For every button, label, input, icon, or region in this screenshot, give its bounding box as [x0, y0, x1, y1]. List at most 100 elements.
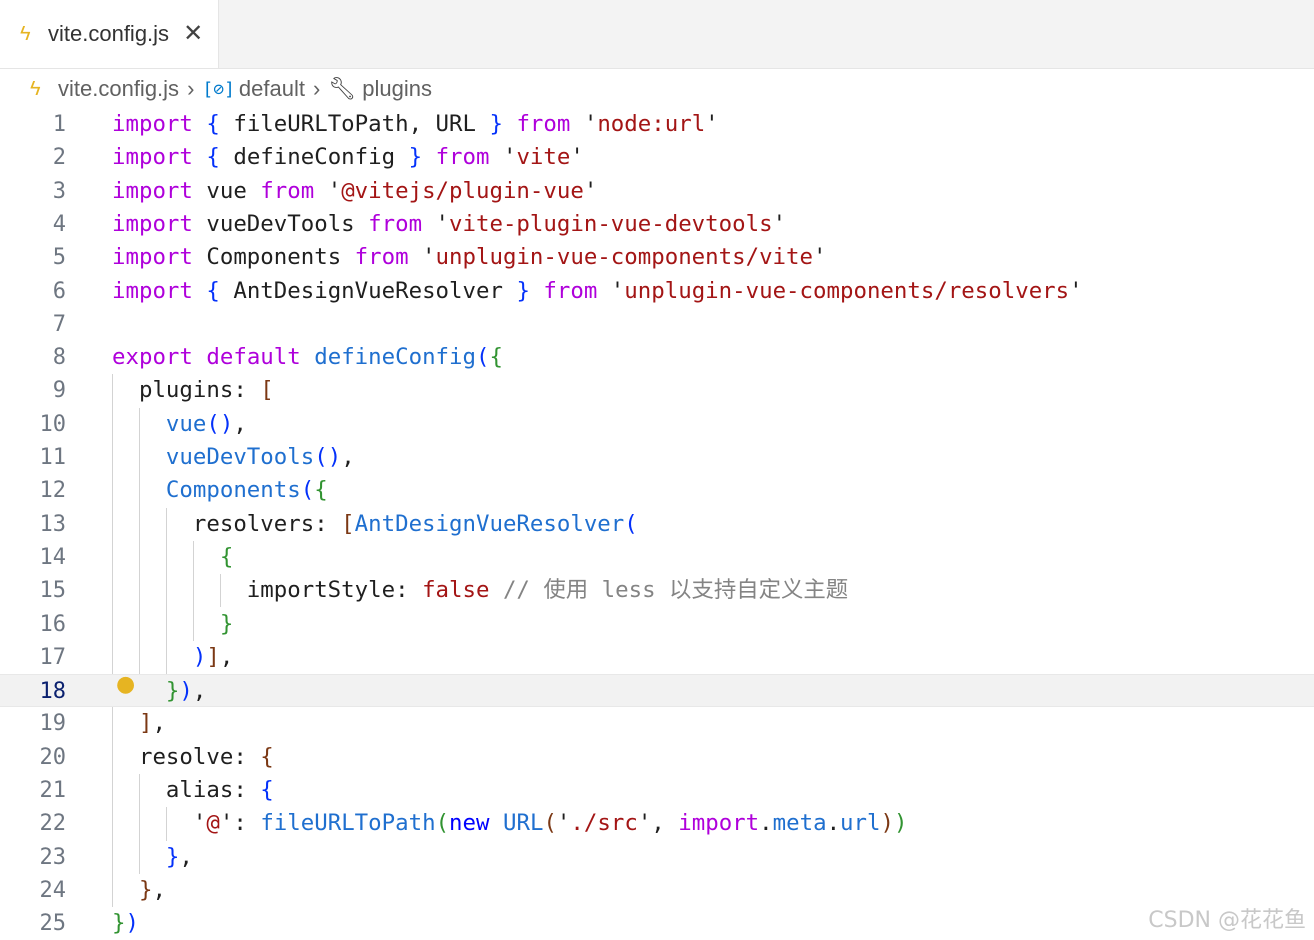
code-token: // 使用 less 以支持自定义主题	[502, 577, 849, 604]
code-token: defineConfig	[219, 144, 409, 171]
code-line[interactable]: 2 import { defineConfig } from 'vite'	[0, 141, 1314, 174]
code-token: ,	[341, 444, 355, 470]
code-token: vue	[192, 177, 261, 204]
code-line[interactable]: 4 import vueDevTools from 'vite-plugin-vu…	[0, 208, 1314, 241]
code-token: ]	[138, 710, 153, 737]
code-token: Components	[165, 477, 301, 504]
breadcrumb-file[interactable]: vite.config.js	[58, 76, 179, 102]
breadcrumb-member[interactable]: plugins	[362, 76, 432, 102]
code-line[interactable]: 5 import Components from 'unplugin-vue-co…	[0, 241, 1314, 274]
code-line[interactable]: 11 vueDevTools(),	[0, 441, 1314, 474]
code-token: [	[341, 510, 355, 537]
breadcrumb-symbol[interactable]: default	[239, 76, 305, 102]
code-token: }	[112, 910, 126, 937]
chevron-right-icon: ›	[187, 76, 195, 101]
line-number: 2	[52, 145, 66, 171]
code-text: import { defineConfig } from 'vite'	[112, 141, 584, 174]
bolt-icon: ϟ	[30, 77, 41, 100]
code-token: from	[354, 244, 409, 271]
lightbulb-icon[interactable]: ●	[116, 672, 136, 702]
code-line[interactable]: 17 )],	[0, 641, 1314, 674]
code-token: )	[880, 810, 894, 837]
code-token: '	[408, 244, 436, 271]
code-token: fileURLToPath, URL	[219, 111, 490, 137]
code-line[interactable]: 18 }),	[0, 674, 1314, 708]
code-text: import Components from 'unplugin-vue-com…	[112, 241, 826, 274]
close-icon[interactable]: ✕	[183, 22, 203, 46]
code-token: '	[422, 210, 450, 237]
code-token: )	[179, 678, 193, 705]
code-token: '	[705, 111, 719, 137]
line-number: 13	[39, 511, 67, 537]
code-text: '@': fileURLToPath(new URL('./src', impo…	[112, 807, 908, 840]
code-line[interactable]: 24 },	[0, 874, 1314, 907]
code-line[interactable]: 10 vue(),	[0, 408, 1314, 441]
code-token: ]	[206, 643, 220, 670]
code-text: })	[112, 907, 139, 940]
code-token: false	[422, 577, 490, 604]
code-text: },	[112, 841, 193, 874]
code-token: ()	[314, 444, 342, 470]
line-number: 23	[39, 844, 67, 870]
code-token: plugins:	[112, 377, 261, 404]
code-line[interactable]: 25})	[0, 907, 1314, 940]
code-line[interactable]: 9 plugins: [	[0, 374, 1314, 407]
code-token: url	[840, 810, 881, 837]
code-token: (	[624, 510, 638, 537]
code-line[interactable]: 22 '@': fileURLToPath(new URL('./src', i…	[0, 807, 1314, 840]
code-text: Components({	[112, 474, 328, 507]
code-line[interactable]: 3 import vue from '@vitejs/plugin-vue'	[0, 175, 1314, 208]
line-number: 11	[39, 445, 67, 470]
code-token: '	[112, 810, 207, 837]
code-line[interactable]: 6 import { AntDesignVueResolver } from 'u…	[0, 275, 1314, 308]
code-token: '	[314, 177, 342, 204]
code-line[interactable]: 12 Components({	[0, 474, 1314, 507]
code-token: ',	[637, 810, 679, 837]
line-number: 24	[39, 877, 67, 903]
code-line[interactable]: 7	[0, 308, 1314, 341]
code-token: '	[489, 144, 517, 171]
code-token: ,	[192, 678, 207, 705]
code-line[interactable]: 20 resolve: {	[0, 741, 1314, 774]
code-text: ],	[112, 707, 166, 740]
code-line[interactable]: 16 }	[0, 608, 1314, 641]
code-token: unplugin-vue-components/vite	[435, 244, 813, 271]
line-number: 15	[39, 578, 67, 604]
code-token: ()	[206, 410, 234, 437]
code-token: }	[165, 843, 180, 870]
code-line[interactable]: 13 resolvers: [AntDesignVueResolver(	[0, 508, 1314, 541]
code-line[interactable]: 23 },	[0, 841, 1314, 874]
tab-vite-config[interactable]: ϟ vite.config.js ✕	[0, 0, 219, 68]
code-editor[interactable]: 1 import { fileURLToPath, URL } from 'nod…	[0, 108, 1314, 940]
code-token: {	[206, 144, 220, 171]
code-text: alias: {	[112, 774, 274, 807]
code-token: )	[125, 910, 139, 937]
code-token: import	[112, 210, 193, 237]
code-token: '	[1069, 277, 1083, 304]
line-number: 20	[39, 744, 67, 770]
bolt-icon: ϟ	[20, 22, 31, 45]
code-line[interactable]: 8 export default defineConfig({	[0, 341, 1314, 374]
code-text: import { fileURLToPath, URL } from 'node…	[112, 108, 719, 141]
code-token: AntDesignVueResolver	[219, 277, 517, 304]
code-line[interactable]: 21 alias: {	[0, 774, 1314, 807]
line-number: 22	[39, 811, 67, 837]
code-line[interactable]: 1 import { fileURLToPath, URL } from 'nod…	[0, 108, 1314, 141]
code-line[interactable]: 14 {	[0, 541, 1314, 574]
code-token: {	[206, 277, 220, 304]
code-line[interactable]: 19 ],	[0, 707, 1314, 740]
code-token: {	[314, 477, 328, 504]
code-token: AntDesignVueResolver	[354, 510, 625, 537]
code-line[interactable]: 15 importStyle: false // 使用 less 以支持自定义主…	[0, 574, 1314, 607]
code-token: .	[826, 810, 841, 837]
code-token: )	[192, 643, 207, 670]
